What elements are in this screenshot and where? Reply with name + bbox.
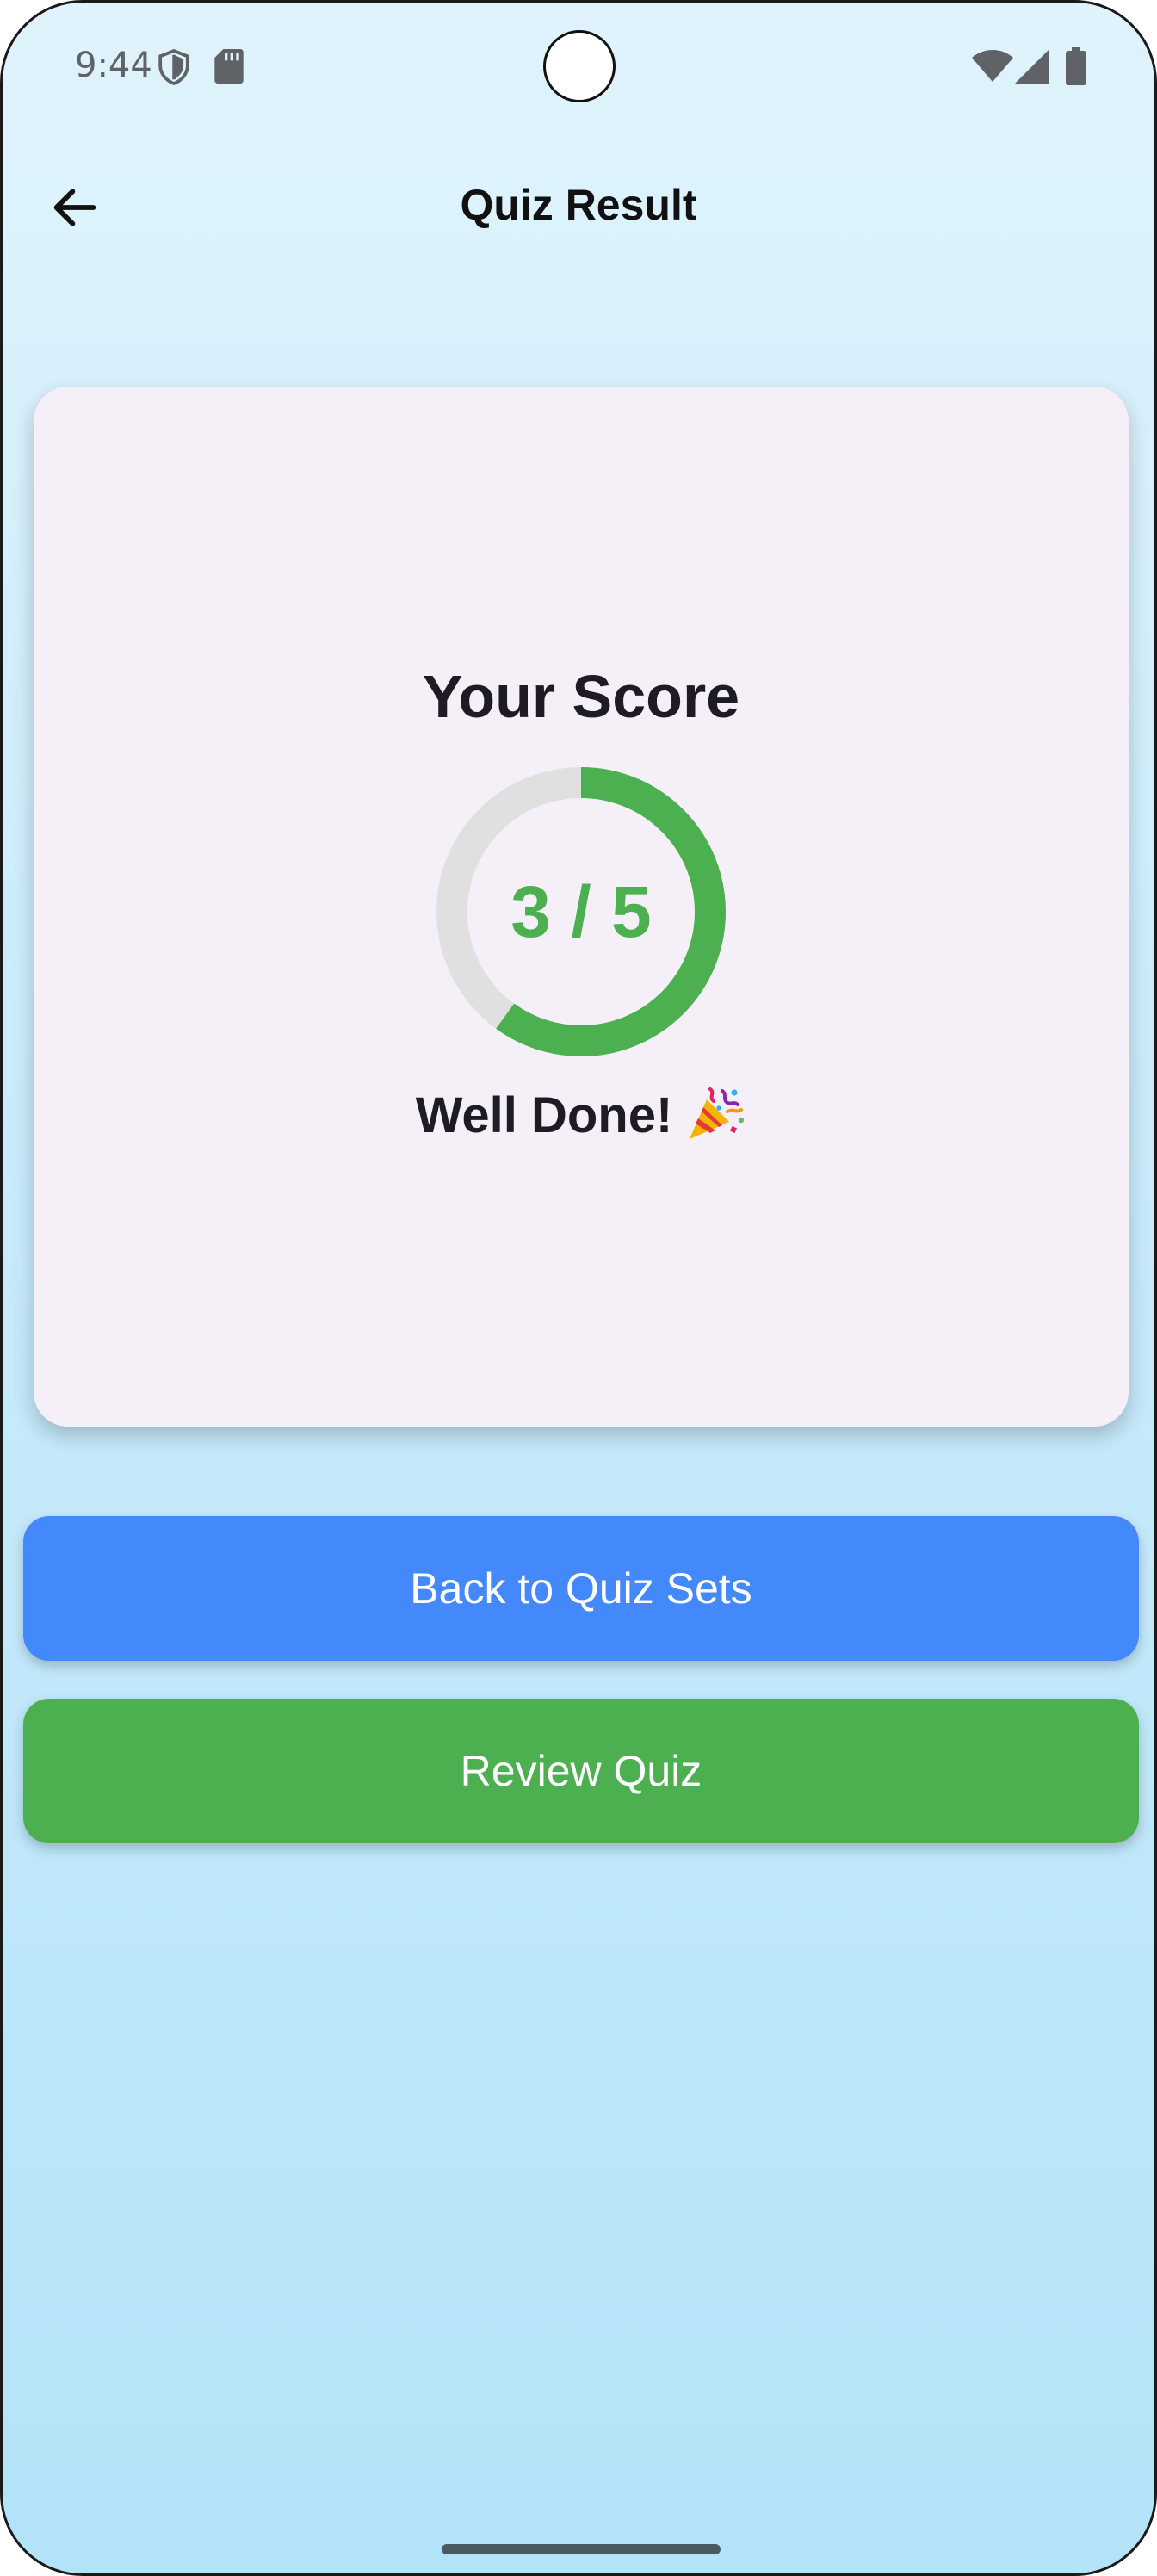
app-bar: Quiz Result [3, 149, 1154, 261]
sd-card-icon [214, 49, 244, 84]
score-message: Well Done! [34, 1082, 1129, 1144]
shield-icon [158, 49, 189, 85]
party-popper-icon [690, 1087, 745, 1139]
wifi-icon [972, 50, 1013, 82]
status-bar: 9:44 [3, 3, 1154, 132]
battery-icon [1066, 47, 1086, 85]
cellular-signal-icon [1015, 49, 1049, 84]
home-indicator[interactable] [442, 2544, 721, 2554]
score-heading: Your Score [422, 663, 740, 730]
score-card: Your Score 3 / 5 Well Done! [34, 387, 1129, 1427]
back-to-quiz-sets-button[interactable]: Back to Quiz Sets [23, 1516, 1139, 1661]
page-title: Quiz Result [460, 181, 697, 229]
status-time: 9:44 [75, 46, 152, 85]
score-value: 3 / 5 [510, 871, 652, 952]
review-quiz-button[interactable]: Review Quiz [23, 1699, 1139, 1843]
camera-cutout [543, 30, 616, 102]
phone-screen: 9:44 Quiz Result Your Score 3 / 5 Well D… [0, 0, 1157, 2576]
score-message-text: Well Done! [415, 1087, 673, 1143]
